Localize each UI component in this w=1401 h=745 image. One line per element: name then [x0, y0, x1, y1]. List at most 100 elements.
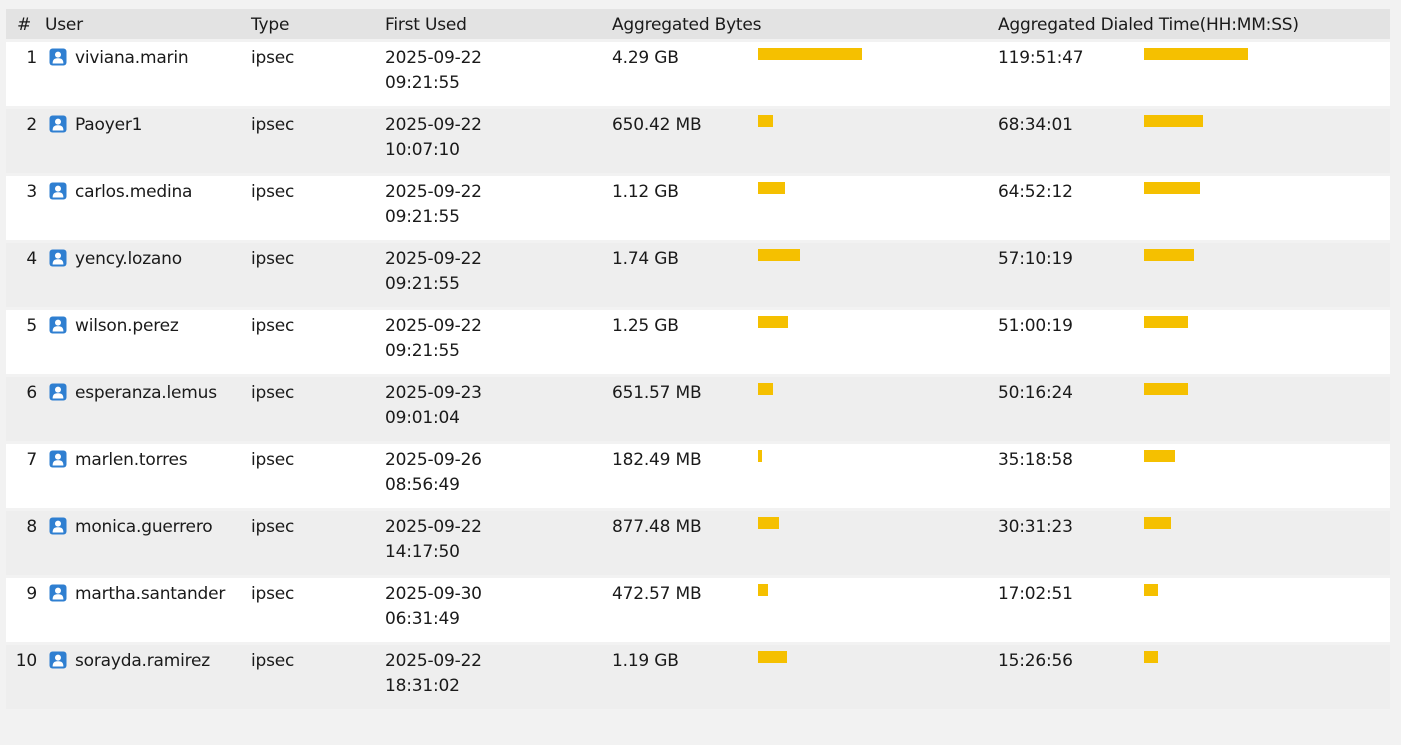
aggregated-bytes-value: 1.74 GB — [612, 249, 679, 269]
first-used-time: 10:07:10 — [385, 140, 460, 160]
dialed-time-bar — [1144, 182, 1254, 194]
row-index: 7 — [6, 444, 42, 508]
user-link[interactable]: monica.guerrero — [75, 517, 213, 537]
aggregated-bytes-value: 182.49 MB — [612, 450, 702, 470]
user-link[interactable]: esperanza.lemus — [75, 383, 217, 403]
top-users-table: # User Type First Used Aggregated Bytes … — [6, 6, 1390, 712]
first-used-time: 14:17:50 — [385, 542, 460, 562]
aggregated-bytes-cell: 1.25 GB — [609, 310, 995, 374]
aggregated-bytes-value: 472.57 MB — [612, 584, 702, 604]
first-used-cell: 2025-09-23 09:01:04 — [382, 377, 609, 441]
dialed-time-bar-fill — [1144, 249, 1194, 261]
first-used-date: 2025-09-22 — [385, 316, 482, 336]
type-cell: ipsec — [248, 310, 382, 374]
aggregated-dialed-time-value: 51:00:19 — [998, 316, 1073, 336]
first-used-cell: 2025-09-30 06:31:49 — [382, 578, 609, 642]
bytes-bar — [758, 517, 868, 529]
column-header-aggregated-dialed-time[interactable]: Aggregated Dialed Time(HH:MM:SS) — [995, 9, 1390, 39]
type-value: ipsec — [251, 316, 295, 336]
aggregated-bytes-value: 1.19 GB — [612, 651, 679, 671]
first-used-date: 2025-09-22 — [385, 115, 482, 135]
aggregated-bytes-cell: 650.42 MB — [609, 109, 995, 173]
first-used-cell: 2025-09-26 08:56:49 — [382, 444, 609, 508]
first-used-time: 09:21:55 — [385, 207, 460, 227]
column-header-type[interactable]: Type — [248, 9, 382, 39]
first-used-date: 2025-09-22 — [385, 48, 482, 68]
user-cell: viviana.marin — [42, 42, 248, 106]
column-header-user[interactable]: User — [42, 9, 248, 39]
row-index: 3 — [6, 176, 42, 240]
bytes-bar — [758, 383, 868, 395]
user-icon — [49, 115, 67, 133]
column-header-first-used[interactable]: First Used — [382, 9, 609, 39]
bytes-bar-fill — [758, 450, 762, 462]
bytes-bar-fill — [758, 584, 768, 596]
user-link[interactable]: carlos.medina — [75, 182, 192, 202]
row-index: 10 — [6, 645, 42, 709]
column-header-index[interactable]: # — [6, 9, 42, 39]
first-used-cell: 2025-09-22 18:31:02 — [382, 645, 609, 709]
user-cell: sorayda.ramirez — [42, 645, 248, 709]
bytes-bar-fill — [758, 182, 785, 194]
dialed-time-bar — [1144, 383, 1254, 395]
dialed-time-bar-fill — [1144, 450, 1175, 462]
dialed-time-bar — [1144, 48, 1254, 60]
aggregated-dialed-time-value: 119:51:47 — [998, 48, 1084, 68]
row-index-value: 8 — [26, 517, 37, 537]
table-row: 10 sorayda.ramirez ipsec 2025-09-22 18:31… — [6, 645, 1390, 709]
aggregated-bytes-value: 650.42 MB — [612, 115, 702, 135]
user-link[interactable]: Paoyer1 — [75, 115, 142, 135]
dialed-time-bar — [1144, 316, 1254, 328]
user-link[interactable]: wilson.perez — [75, 316, 179, 336]
user-link[interactable]: sorayda.ramirez — [75, 651, 210, 671]
aggregated-dialed-time-value: 15:26:56 — [998, 651, 1073, 671]
user-cell: martha.santander — [42, 578, 248, 642]
bytes-bar — [758, 48, 868, 60]
first-used-time: 09:21:55 — [385, 73, 460, 93]
aggregated-dialed-time-cell: 35:18:58 — [995, 444, 1390, 508]
user-link[interactable]: marlen.torres — [75, 450, 188, 470]
bytes-bar — [758, 115, 868, 127]
user-link[interactable]: viviana.marin — [75, 48, 189, 68]
type-value: ipsec — [251, 249, 295, 269]
first-used-cell: 2025-09-22 14:17:50 — [382, 511, 609, 575]
type-value: ipsec — [251, 48, 295, 68]
aggregated-bytes-cell: 651.57 MB — [609, 377, 995, 441]
user-icon — [49, 249, 67, 267]
dialed-time-bar-fill — [1144, 584, 1158, 596]
user-link[interactable]: yency.lozano — [75, 249, 182, 269]
type-cell: ipsec — [248, 578, 382, 642]
aggregated-bytes-value: 4.29 GB — [612, 48, 679, 68]
dialed-time-bar — [1144, 249, 1254, 261]
first-used-time: 09:01:04 — [385, 408, 460, 428]
type-cell: ipsec — [248, 109, 382, 173]
row-index-value: 5 — [26, 316, 37, 336]
type-cell: ipsec — [248, 42, 382, 106]
first-used-cell: 2025-09-22 09:21:55 — [382, 310, 609, 374]
first-used-date: 2025-09-22 — [385, 517, 482, 537]
user-link[interactable]: martha.santander — [75, 584, 225, 604]
user-cell: esperanza.lemus — [42, 377, 248, 441]
table-row: 7 marlen.torres ipsec 2025-09-26 08:56:49… — [6, 444, 1390, 508]
bytes-bar — [758, 249, 868, 261]
column-header-aggregated-bytes[interactable]: Aggregated Bytes — [609, 9, 995, 39]
first-used-date: 2025-09-22 — [385, 182, 482, 202]
type-cell: ipsec — [248, 377, 382, 441]
bytes-bar-fill — [758, 383, 773, 395]
type-value: ipsec — [251, 450, 295, 470]
bytes-bar-fill — [758, 651, 787, 663]
type-cell: ipsec — [248, 444, 382, 508]
aggregated-dialed-time-value: 30:31:23 — [998, 517, 1073, 537]
dialed-time-bar — [1144, 517, 1254, 529]
row-index: 8 — [6, 511, 42, 575]
dialed-time-bar-fill — [1144, 517, 1171, 529]
table-row: 1 viviana.marin ipsec 2025-09-22 09:21:55… — [6, 42, 1390, 106]
row-index-value: 6 — [26, 383, 37, 403]
row-index-value: 4 — [26, 249, 37, 269]
dialed-time-bar — [1144, 115, 1254, 127]
bytes-bar — [758, 584, 868, 596]
bytes-bar-fill — [758, 115, 773, 127]
first-used-date: 2025-09-22 — [385, 249, 482, 269]
dialed-time-bar-fill — [1144, 383, 1188, 395]
table-row: 9 martha.santander ipsec 2025-09-30 06:31… — [6, 578, 1390, 642]
